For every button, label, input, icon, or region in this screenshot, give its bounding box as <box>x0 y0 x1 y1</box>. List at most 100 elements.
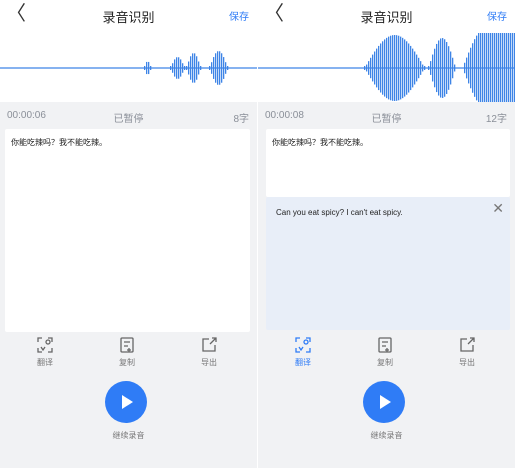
waveform-bar <box>372 54 374 82</box>
waveform-bar <box>420 61 422 75</box>
translate-icon <box>295 337 311 353</box>
save-button[interactable]: 保存 <box>229 8 249 23</box>
translate-button[interactable]: 翻译 <box>281 336 325 368</box>
waveform-bar <box>410 45 412 91</box>
waveform-bar <box>364 66 366 70</box>
waveform-bar <box>188 61 190 75</box>
waveform-bar <box>480 33 482 102</box>
waveform-bar <box>172 63 174 73</box>
waveform-bar <box>470 47 472 89</box>
translate-button[interactable]: 翻译 <box>23 336 67 368</box>
close-icon[interactable]: ✕ <box>492 201 504 215</box>
waveform-bar <box>368 61 370 75</box>
waveform-bar <box>414 51 416 85</box>
play-button[interactable] <box>105 381 147 423</box>
waveform-graphic <box>0 51 257 85</box>
waveform-bar <box>510 33 512 102</box>
waveform-bar <box>146 61 148 75</box>
waveform-bar <box>484 33 486 102</box>
transcript-box[interactable]: 你能吃辣吗？我不能吃辣。 <box>5 129 250 332</box>
save-button[interactable]: 保存 <box>487 8 507 23</box>
copy-button[interactable]: 复制 <box>363 336 407 368</box>
waveform-bar <box>148 61 150 75</box>
transcript-text: 你能吃辣吗？我不能吃辣。 <box>11 138 107 147</box>
action-bar: 翻译 复制 导出 <box>258 336 515 376</box>
waveform <box>0 30 257 102</box>
waveform-bar <box>498 33 500 102</box>
waveform-bar <box>424 66 426 70</box>
waveform-bar <box>482 33 484 102</box>
waveform-bar <box>219 51 221 85</box>
waveform-bar <box>370 57 372 79</box>
waveform-bar <box>422 64 424 72</box>
waveform-bar <box>184 66 186 70</box>
waveform-bar <box>454 64 456 72</box>
waveform-bar <box>474 39 476 97</box>
transcript-box[interactable]: 你能吃辣吗？我不能吃辣。 <box>266 129 510 197</box>
waveform-bar <box>438 40 440 96</box>
waveform-bar <box>225 62 227 74</box>
waveform-bar <box>494 33 496 102</box>
copy-label: 复制 <box>119 358 135 367</box>
waveform-bar <box>388 36 390 100</box>
waveform-bar <box>506 33 508 102</box>
export-button[interactable]: 导出 <box>187 336 231 368</box>
copy-icon <box>120 337 134 353</box>
waveform-bar <box>150 66 152 70</box>
page-title: 录音识别 <box>102 10 155 25</box>
copy-button[interactable]: 复制 <box>105 336 149 368</box>
waveform-bar <box>488 33 490 102</box>
waveform-bar <box>448 46 450 90</box>
waveform-bar <box>478 33 480 102</box>
waveform-bar <box>374 51 376 85</box>
waveform-bar <box>227 66 229 70</box>
waveform-bar <box>386 37 388 99</box>
copy-label: 复制 <box>377 358 393 367</box>
waveform-graphic <box>258 33 515 102</box>
waveform-bar <box>512 33 514 102</box>
waveform-bar <box>190 56 192 80</box>
waveform-bar <box>384 39 386 97</box>
waveform-bar <box>398 35 400 101</box>
screen-right: 〈 录音识别 保存 00:00:08 已暂停 12字 你能吃辣吗？我不能吃辣。 … <box>258 0 515 468</box>
translation-text: Can you eat spicy? I can't eat spicy. <box>276 208 403 217</box>
status-label: 已暂停 <box>113 114 144 125</box>
waveform-bar <box>434 48 436 88</box>
char-count: 12字 <box>485 114 507 125</box>
waveform-bar <box>450 51 452 85</box>
char-count: 8字 <box>233 114 249 125</box>
waveform-bar <box>198 61 200 75</box>
waveform-bar <box>412 48 414 88</box>
waveform-bar <box>396 35 398 101</box>
status-label: 已暂停 <box>371 114 402 125</box>
header: 〈 录音识别 保存 <box>258 0 515 30</box>
waveform-bar <box>476 35 478 101</box>
waveform-bar <box>196 56 198 80</box>
waveform-bar <box>192 53 194 83</box>
translation-box[interactable]: Can you eat spicy? I can't eat spicy. ✕ <box>266 197 510 330</box>
waveform-bar <box>492 33 494 102</box>
waveform-bar <box>442 38 444 98</box>
waveform-bar <box>406 41 408 95</box>
waveform-bar <box>182 63 184 73</box>
waveform-bar <box>180 59 182 77</box>
waveform-bar <box>221 53 223 83</box>
transcript-text: 你能吃辣吗？我不能吃辣。 <box>272 138 368 147</box>
page-title: 录音识别 <box>360 10 413 25</box>
waveform-bar <box>380 43 382 93</box>
waveform-bar <box>444 39 446 97</box>
waveform-bar <box>440 38 442 98</box>
waveform-bar <box>464 62 466 74</box>
screen-left: 〈 录音识别 保存 00:00:06 已暂停 8字 你能吃辣吗？我不能吃辣。 翻… <box>0 0 257 468</box>
waveform-bar <box>416 54 418 82</box>
waveform-bar <box>174 59 176 77</box>
translate-label: 翻译 <box>295 358 311 367</box>
waveform-bar <box>382 41 384 95</box>
waveform-bar <box>432 54 434 82</box>
play-button[interactable] <box>363 381 405 423</box>
export-button[interactable]: 导出 <box>445 336 489 368</box>
waveform-bar <box>466 57 468 79</box>
waveform-bar <box>376 48 378 88</box>
waveform-bar <box>408 43 410 93</box>
waveform-bar <box>223 57 225 79</box>
